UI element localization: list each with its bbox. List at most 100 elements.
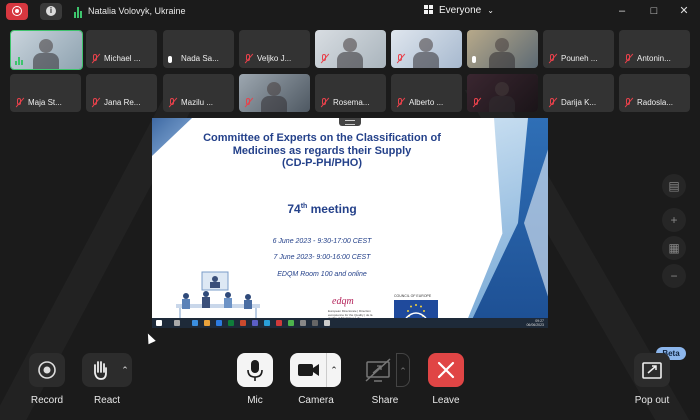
participant-silhouette bbox=[413, 52, 439, 68]
participant-tile[interactable]: Jana Re... bbox=[86, 74, 157, 112]
camera-label: Camera bbox=[298, 395, 334, 406]
mic-muted-icon bbox=[244, 54, 253, 63]
chat-button[interactable]: ▤ bbox=[662, 174, 686, 198]
leave-button[interactable] bbox=[428, 353, 464, 387]
participant-tile[interactable]: Rosema... bbox=[315, 74, 386, 112]
mic-muted-icon bbox=[396, 98, 405, 107]
participant-name: Veljko J... bbox=[257, 54, 292, 63]
participant-name: Michael ... bbox=[104, 54, 141, 63]
participant-name: Antonin... bbox=[637, 54, 671, 63]
participant-tile[interactable]: Mazilu ... bbox=[163, 74, 234, 112]
participant-tile[interactable]: Pouneh ... bbox=[543, 30, 614, 68]
share-screen-icon bbox=[365, 358, 391, 382]
mic-muted-icon bbox=[320, 54, 329, 63]
participant-silhouette bbox=[489, 96, 515, 112]
mic-muted-icon bbox=[91, 98, 100, 107]
chevron-up-icon: ⌃ bbox=[330, 365, 338, 375]
zoom-out-icon: − bbox=[670, 269, 678, 283]
microphone-icon bbox=[472, 56, 476, 63]
maximize-button[interactable]: □ bbox=[644, 3, 664, 19]
participant-name: Mazilu ... bbox=[181, 98, 214, 107]
share-options-button[interactable]: ⌃ bbox=[396, 353, 410, 387]
share-button[interactable] bbox=[360, 353, 396, 387]
meeting-ordinal: th bbox=[300, 203, 308, 210]
participant-name: Darija K... bbox=[561, 98, 597, 107]
camera-button[interactable] bbox=[290, 353, 326, 387]
slide-date-1: 6 June 2023 - 9:30-17:00 CEST bbox=[272, 238, 372, 245]
participant-tile[interactable]: Maja St... bbox=[10, 74, 81, 112]
participant-tile[interactable] bbox=[10, 30, 83, 70]
slide-title-line: (CD-P-PH/PHO) bbox=[281, 157, 363, 169]
participant-tile[interactable]: Michael ... bbox=[86, 30, 157, 68]
info-icon: i bbox=[46, 6, 56, 16]
mic-muted-icon bbox=[472, 98, 481, 107]
shared-screen[interactable]: Committee of Experts on the Classificati… bbox=[152, 118, 548, 328]
mic-muted-icon bbox=[15, 98, 24, 107]
participant-tile[interactable]: Radosla... bbox=[619, 74, 690, 112]
pop-out-button[interactable] bbox=[634, 353, 670, 387]
share-label: Share bbox=[371, 395, 399, 406]
close-icon: ✕ bbox=[679, 5, 689, 17]
view-selector-label: Everyone bbox=[439, 5, 482, 16]
mic-muted-icon bbox=[396, 54, 405, 63]
top-bar: i Natalia Volovyk, Ukraine Everyone ⌄ – □… bbox=[0, 0, 700, 24]
chevron-up-icon: ⌃ bbox=[121, 365, 129, 375]
record-button[interactable] bbox=[29, 353, 65, 387]
participant-tile[interactable]: Nada Sa... bbox=[163, 30, 234, 68]
participant-name: Pouneh ... bbox=[561, 54, 598, 63]
record-icon bbox=[38, 361, 56, 379]
participant-name: Jana Re... bbox=[104, 98, 141, 107]
react-button[interactable] bbox=[82, 353, 118, 387]
participant-tile[interactable] bbox=[239, 74, 310, 112]
participant-silhouette bbox=[343, 38, 357, 52]
chat-icon: ▤ bbox=[668, 179, 680, 193]
chevron-up-icon: ⌃ bbox=[399, 366, 407, 376]
participant-name: Rosema... bbox=[333, 98, 370, 107]
meeting-number: 74 bbox=[287, 202, 301, 216]
shared-taskbar: 09:27 06/06/2023 bbox=[152, 318, 548, 328]
close-window-button[interactable]: ✕ bbox=[674, 3, 694, 19]
participant-silhouette bbox=[267, 82, 281, 96]
mic-muted-icon bbox=[548, 54, 557, 63]
pop-out-label: Pop out bbox=[634, 395, 670, 406]
screen-share-handle[interactable] bbox=[339, 118, 361, 126]
slide-title-line: Committee of Experts on the Classificati… bbox=[203, 132, 441, 144]
participant-tile[interactable]: Darija K... bbox=[543, 74, 614, 112]
slide-title: Committee of Experts on the Classificati… bbox=[172, 132, 472, 170]
participant-silhouette bbox=[33, 53, 59, 69]
zoom-in-button[interactable]: + bbox=[662, 208, 686, 232]
participant-silhouette bbox=[495, 38, 509, 52]
council-of-europe-label: COUNCIL OF EUROPE bbox=[394, 294, 432, 298]
participant-tile[interactable]: Veljko J... bbox=[239, 30, 310, 68]
record-indicator-button[interactable] bbox=[6, 3, 28, 20]
participant-silhouette bbox=[489, 52, 515, 68]
meeting-info-button[interactable]: i bbox=[40, 3, 62, 20]
camera-icon bbox=[298, 364, 319, 376]
participant-silhouette bbox=[261, 96, 287, 112]
participant-tile[interactable]: Alberto ... bbox=[391, 74, 462, 112]
react-options-button[interactable]: ⌃ bbox=[118, 353, 132, 387]
participant-tile[interactable] bbox=[315, 30, 386, 68]
microphone-icon bbox=[247, 360, 263, 381]
fit-screen-button[interactable]: ▦ bbox=[662, 236, 686, 260]
participant-name: Alberto ... bbox=[409, 98, 444, 107]
participant-tile[interactable] bbox=[467, 30, 538, 68]
participant-tile[interactable]: Antonin... bbox=[619, 30, 690, 68]
mic-label: Mic bbox=[247, 395, 263, 406]
mic-muted-icon bbox=[624, 54, 633, 63]
participant-tile[interactable] bbox=[391, 30, 462, 68]
zoom-out-button[interactable]: − bbox=[662, 264, 686, 288]
participant-tile[interactable] bbox=[467, 74, 538, 112]
active-speaker-name: Natalia Volovyk, Ukraine bbox=[88, 6, 186, 16]
participant-name: Maja St... bbox=[28, 98, 62, 107]
edqm-logo: edqm bbox=[332, 296, 354, 307]
microphone-icon bbox=[168, 56, 172, 63]
camera-options-button[interactable]: ⌃ bbox=[326, 353, 341, 387]
speaking-icon bbox=[15, 56, 24, 65]
minimize-button[interactable]: – bbox=[612, 3, 632, 19]
mic-button[interactable] bbox=[237, 353, 273, 387]
mic-muted-icon bbox=[168, 98, 177, 107]
minimize-icon: – bbox=[618, 5, 626, 17]
view-selector[interactable]: Everyone ⌄ bbox=[424, 5, 494, 16]
mouse-cursor-icon bbox=[144, 331, 156, 345]
